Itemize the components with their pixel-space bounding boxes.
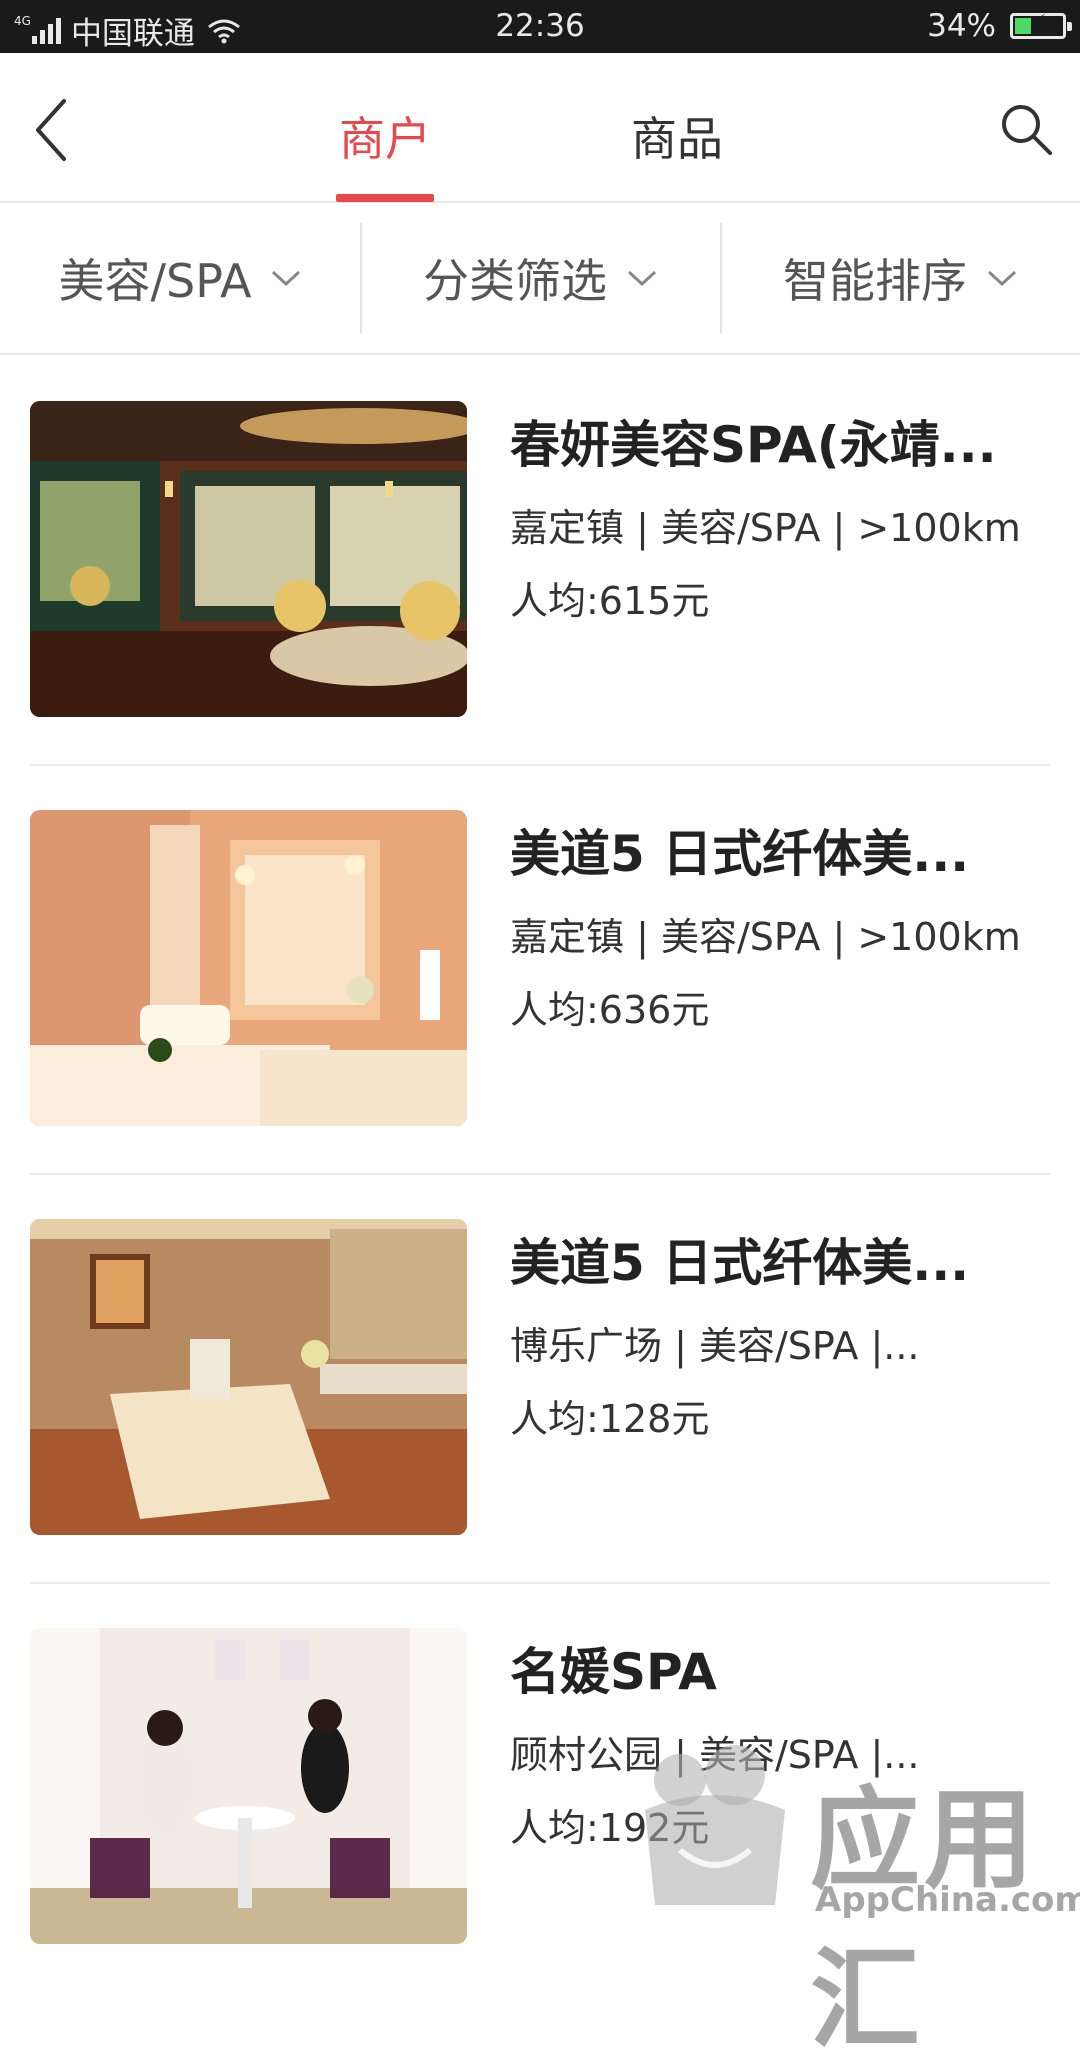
watermark-sub: AppChina.com	[815, 1880, 1080, 1920]
merchant-name: 美道5 日式纤体美...	[510, 825, 970, 883]
header-bar: 商户 商品	[0, 53, 1080, 203]
status-bar: 4G 中国联通 22:36 34% ⚡	[0, 0, 1080, 53]
merchant-price: 人均:615元	[510, 579, 710, 623]
merchant-name: 美道5 日式纤体美...	[510, 1234, 970, 1292]
merchant-photo	[30, 1628, 467, 1944]
merchant-meta: 嘉定镇 | 美容/SPA | >100km	[510, 915, 1021, 959]
filter-sort[interactable]: 智能排序	[720, 203, 1080, 353]
merchant-name: 春妍美容SPA(永靖...	[510, 416, 997, 474]
search-icon[interactable]	[998, 101, 1054, 157]
status-time: 22:36	[495, 8, 585, 44]
filter-classify-label: 分类筛选	[423, 254, 607, 308]
battery-fill	[1015, 18, 1031, 34]
back-icon[interactable]	[30, 95, 80, 165]
chevron-down-icon	[987, 270, 1017, 287]
active-tab-indicator	[336, 194, 434, 202]
merchant-photo	[30, 810, 467, 1126]
filter-sort-label: 智能排序	[783, 254, 967, 308]
filter-category[interactable]: 美容/SPA	[0, 203, 360, 353]
merchant-item[interactable]: 春妍美容SPA(永靖... 嘉定镇 | 美容/SPA | >100km 人均:6…	[0, 357, 1080, 766]
merchant-photo	[30, 1219, 467, 1535]
charging-icon: ⚡	[1031, 11, 1047, 36]
merchant-item[interactable]: 美道5 日式纤体美... 嘉定镇 | 美容/SPA | >100km 人均:63…	[0, 766, 1080, 1175]
merchant-price: 人均:128元	[510, 1397, 710, 1441]
chevron-down-icon	[272, 270, 301, 287]
appchina-logo-icon	[645, 1745, 785, 1905]
filter-category-label: 美容/SPA	[58, 254, 252, 308]
merchant-item[interactable]: 美道5 日式纤体美... 博乐广场 | 美容/SPA |... 人均:128元	[0, 1175, 1080, 1584]
merchant-price: 人均:636元	[510, 988, 710, 1032]
status-right: 34% ⚡	[927, 8, 1072, 44]
battery-percent: 34%	[927, 8, 996, 44]
filter-classify[interactable]: 分类筛选	[360, 203, 720, 353]
chevron-down-icon	[627, 270, 657, 287]
tab-goods[interactable]: 商品	[628, 103, 726, 203]
filter-bar: 美容/SPA 分类筛选 智能排序	[0, 203, 1080, 355]
merchant-name: 名媛SPA	[510, 1643, 717, 1701]
merchant-meta: 博乐广场 | 美容/SPA |...	[510, 1324, 920, 1368]
merchant-photo	[30, 401, 467, 717]
merchant-meta: 嘉定镇 | 美容/SPA | >100km	[510, 506, 1021, 550]
battery-icon: ⚡	[1010, 11, 1072, 39]
tab-merchant[interactable]: 商户	[336, 103, 434, 203]
watermark: 应用汇 AppChina.com	[640, 1740, 1080, 2064]
